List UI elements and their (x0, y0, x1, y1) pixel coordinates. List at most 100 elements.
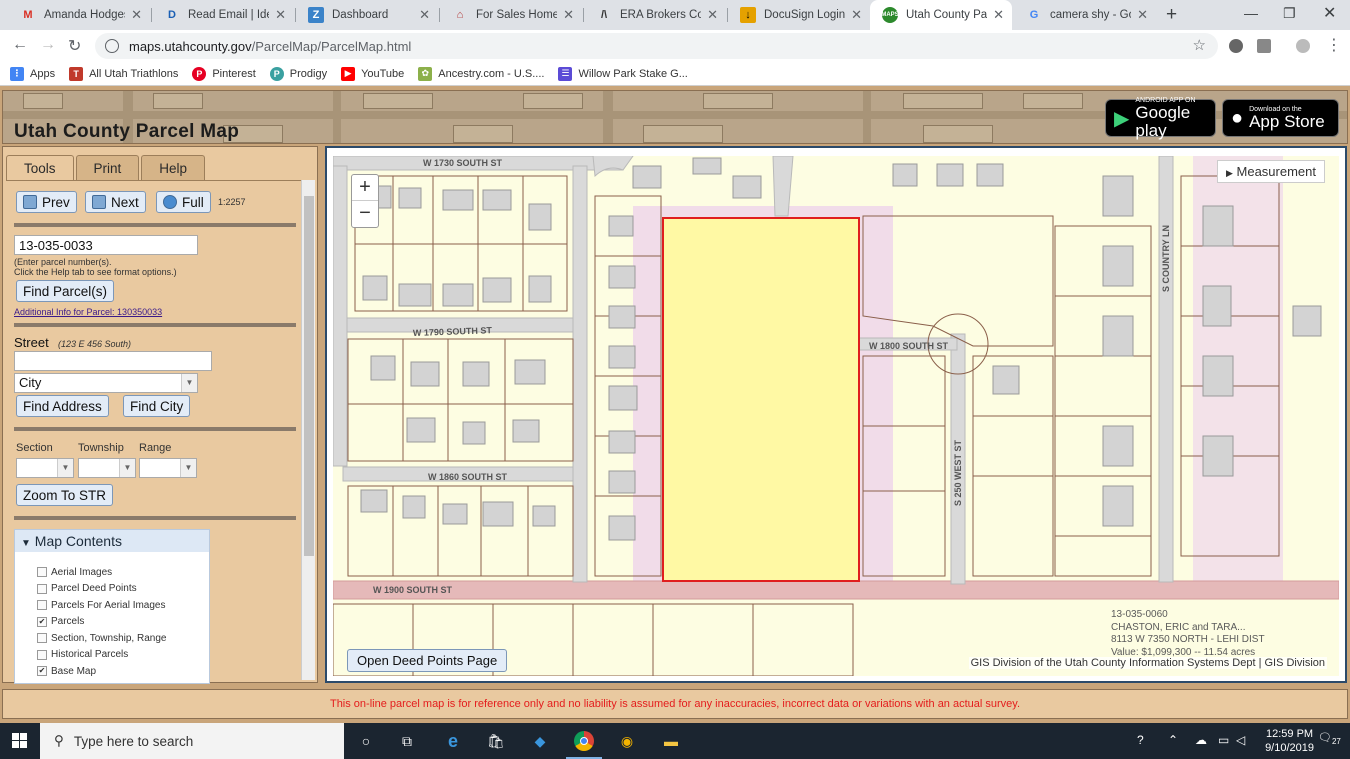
find-parcel-button[interactable]: Find Parcel(s) (16, 280, 115, 302)
chevron-down-icon: ▼ (119, 459, 135, 477)
checkbox-checked[interactable]: ✔ (37, 666, 47, 677)
section-select[interactable]: ▼ (16, 458, 74, 478)
find-address-button[interactable]: Find Address (16, 395, 109, 417)
browser-tab-active[interactable]: MAPS Utah County Parce✕ (870, 0, 1012, 30)
city-select[interactable]: City ▼ (14, 373, 198, 393)
close-tab-icon[interactable]: ✕ (563, 7, 574, 23)
checkbox[interactable] (37, 600, 47, 611)
street-input[interactable] (14, 351, 212, 371)
find-city-button[interactable]: Find City (123, 395, 191, 417)
bookmark-item[interactable]: ✿ Ancestry.com - U.S.... (418, 66, 544, 81)
app-store-badge[interactable]: ● Download on the App Store (1222, 99, 1339, 137)
onedrive-icon[interactable]: ☁ (1195, 733, 1207, 747)
map-view[interactable]: W 1730 SOUTH ST W 1790 SOUTH ST W 1860 S… (325, 146, 1347, 683)
info-icon[interactable] (105, 39, 119, 53)
clock[interactable]: 12:59 PM 9/10/2019 (1265, 727, 1314, 755)
checkbox[interactable] (37, 633, 47, 644)
help-icon[interactable]: ? (1137, 733, 1144, 747)
zoom-to-str-button[interactable]: Zoom To STR (16, 484, 114, 506)
maximize-icon[interactable]: ❐ (1283, 5, 1296, 22)
map-contents-header[interactable]: ▼ Map Contents (15, 530, 209, 552)
open-deed-points-button[interactable]: Open Deed Points Page (347, 649, 508, 672)
browser-tab[interactable]: ↓ DocuSign Login - E✕ (728, 0, 870, 30)
close-tab-icon[interactable]: ✕ (707, 7, 718, 23)
store-icon[interactable]: 🛍 (484, 729, 508, 753)
layer-toggle[interactable]: ✔ Parcels (15, 614, 209, 631)
bookmark-item[interactable]: ▶ YouTube (341, 66, 404, 81)
reload-icon[interactable]: ↻ (68, 36, 81, 56)
checkbox[interactable] (37, 649, 47, 660)
taskbar-search[interactable]: ⚲ Type here to search (40, 723, 344, 759)
next-button[interactable]: Next (85, 191, 146, 213)
browser-tab[interactable]: G camera shy - Goog✕ (1014, 0, 1156, 30)
tab-help[interactable]: Help (141, 155, 206, 181)
close-tab-icon[interactable]: ✕ (419, 7, 430, 23)
tab-print[interactable]: Print (75, 155, 140, 181)
menu-dots-icon[interactable]: ⋮ (1326, 35, 1342, 55)
profile-avatar[interactable] (1296, 39, 1310, 53)
selected-parcel[interactable] (662, 217, 860, 582)
browser-tab[interactable]: ⌂ For Sales Homes S✕ (440, 0, 582, 30)
browser-tab[interactable]: Z Dashboard ✕ (296, 0, 438, 30)
file-explorer-icon[interactable]: ▬ (659, 729, 683, 753)
notifications-icon[interactable]: 🗨27 (1318, 731, 1341, 746)
dropbox-icon[interactable]: ◆ (528, 729, 552, 753)
browser-tab[interactable]: /\ ERA Brokers Conso✕ (584, 0, 726, 30)
close-window-icon[interactable]: ✕ (1323, 3, 1336, 23)
layer-toggle[interactable]: Historical Parcels (15, 647, 209, 664)
back-icon[interactable]: ← (12, 36, 28, 54)
close-tab-icon[interactable]: ✕ (851, 7, 862, 23)
range-select[interactable]: ▼ (139, 458, 197, 478)
browser-tab[interactable]: D Read Email | Identi✕ (152, 0, 294, 30)
chevron-up-icon[interactable]: ⌃ (1168, 733, 1178, 747)
extension-icon[interactable] (1229, 39, 1243, 53)
scrollbar-thumb[interactable] (304, 196, 314, 556)
windows-start-icon[interactable] (12, 733, 28, 749)
cortana-icon[interactable]: ○ (354, 729, 378, 753)
bookmark-item[interactable]: P Prodigy (269, 66, 327, 81)
edge-icon[interactable]: e (441, 729, 465, 753)
extension-icon[interactable] (1257, 39, 1271, 53)
zoom-in-button[interactable]: + (352, 175, 378, 201)
township-select[interactable]: ▼ (78, 458, 136, 478)
forward-icon[interactable]: → (40, 36, 56, 54)
windows-taskbar: ⚲ Type here to search ○ ⧉ e 🛍 ◆ ◉ ▬ ? ⌃ … (0, 723, 1350, 759)
browser-tab[interactable]: M Amanda Hodges ✕ (8, 0, 150, 30)
bookmark-star-icon[interactable]: ☆ (1193, 36, 1206, 54)
bookmark-item[interactable]: T All Utah Triathlons (69, 66, 178, 81)
volume-icon[interactable]: ◁ (1236, 733, 1245, 747)
measurement-button[interactable]: ▶ Measurement (1216, 160, 1325, 183)
layer-toggle[interactable]: Parcels For Aerial Images (15, 597, 209, 614)
checkbox-checked[interactable]: ✔ (37, 616, 47, 627)
checkbox[interactable] (37, 567, 47, 578)
home-icon: ⌂ (456, 9, 464, 21)
panel-scrollbar[interactable] (301, 180, 315, 680)
full-extent-button[interactable]: Full (156, 191, 211, 213)
close-tab-icon[interactable]: ✕ (1137, 7, 1148, 23)
task-view-icon[interactable]: ⧉ (395, 729, 419, 753)
new-tab-icon[interactable]: + (1166, 4, 1177, 26)
address-bar[interactable]: maps.utahcounty.gov/ParcelMap/ParcelMap.… (95, 33, 1218, 59)
layer-toggle[interactable]: Parcel Deed Points (15, 581, 209, 598)
zoom-out-button[interactable]: − (352, 201, 378, 227)
parcel-info-link[interactable]: Additional Info for Parcel: 130350033 (14, 307, 162, 317)
prev-button[interactable]: Prev (16, 191, 77, 213)
layer-toggle[interactable]: Section, Township, Range (15, 630, 209, 647)
parcel-map-canvas[interactable]: W 1730 SOUTH ST W 1790 SOUTH ST W 1860 S… (333, 156, 1339, 676)
bookmark-item[interactable]: P Pinterest (192, 66, 256, 81)
minimize-icon[interactable]: — (1244, 5, 1258, 21)
tab-tools[interactable]: Tools (6, 155, 74, 181)
google-play-badge[interactable]: ▶ ANDROID APP ON Google play (1105, 97, 1216, 139)
close-tab-icon[interactable]: ✕ (993, 7, 1004, 23)
checkbox[interactable] (37, 583, 47, 594)
bookmark-item[interactable]: ☰ Willow Park Stake G... (558, 66, 688, 81)
bookmark-item[interactable]: ⋮ Apps (10, 66, 55, 81)
layer-toggle[interactable]: Aerial Images (15, 564, 209, 581)
chrome-canary-icon[interactable]: ◉ (615, 729, 639, 753)
parcel-number-input[interactable] (14, 235, 198, 255)
battery-icon[interactable]: ▭ (1218, 733, 1229, 747)
close-tab-icon[interactable]: ✕ (275, 7, 286, 23)
layer-toggle[interactable]: ✔ Base Map (15, 663, 209, 680)
chrome-icon[interactable] (572, 729, 596, 753)
close-tab-icon[interactable]: ✕ (131, 7, 142, 23)
